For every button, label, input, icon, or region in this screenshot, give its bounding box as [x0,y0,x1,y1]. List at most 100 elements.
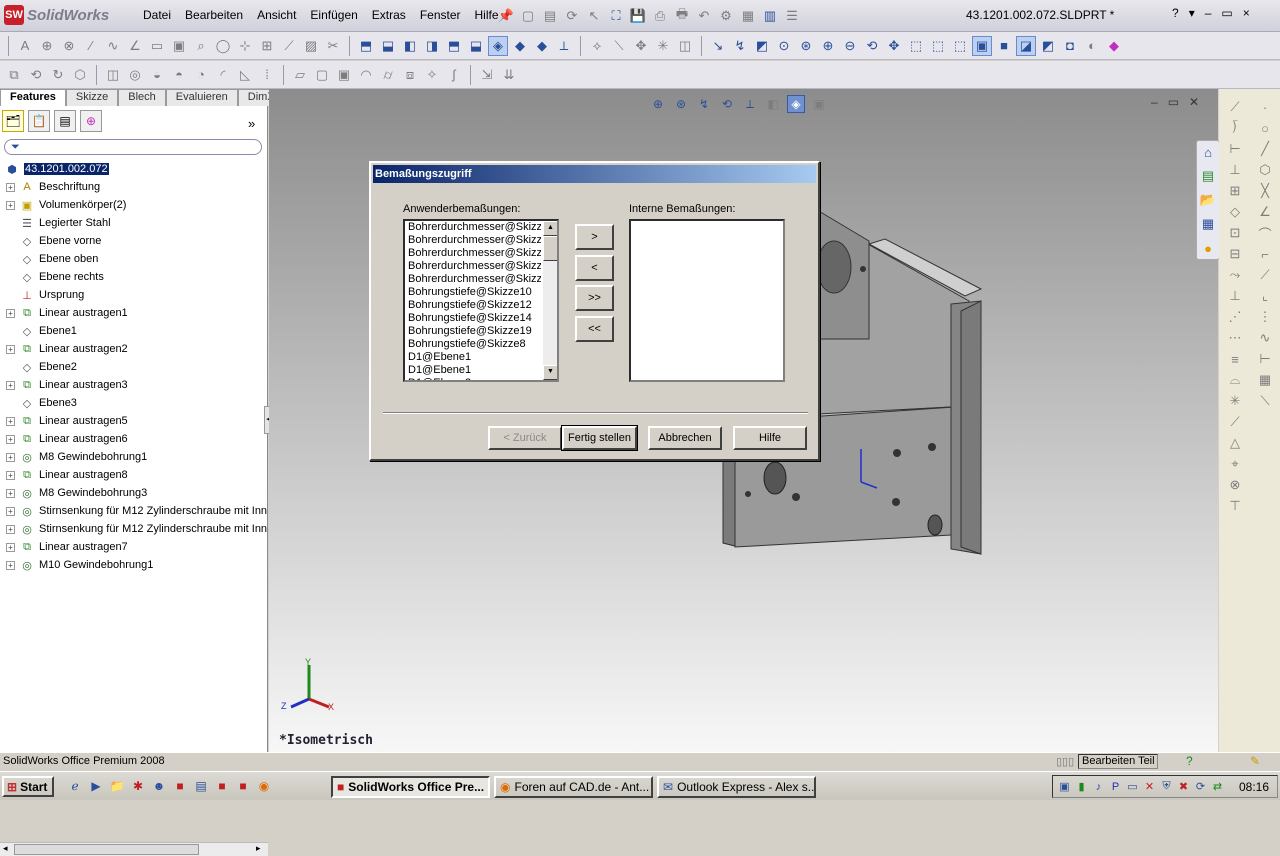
tray-monitor-icon[interactable]: ▭ [1125,779,1140,794]
restore-icon[interactable]: ▭ [1221,6,1232,20]
angle-icon[interactable]: ∠ [125,36,145,56]
print-preview-icon[interactable]: ⎙ [650,6,670,26]
centerline-icon[interactable]: ⋮ [1255,307,1275,327]
configuration-manager-tab-icon[interactable]: ▤ [54,110,76,132]
expand-icon[interactable]: + [6,200,15,210]
convert-icon[interactable]: ⌓ [1225,370,1245,390]
zoom-to-selection-icon[interactable]: ⊖ [840,36,860,56]
angular-dim-icon[interactable]: ⊟ [1225,244,1245,264]
section-view-icon[interactable]: ◩ [1038,36,1058,56]
expand-icon[interactable]: + [6,434,15,444]
sweep-icon[interactable]: ↻ [48,65,68,85]
line-tool-icon[interactable]: ╱ [1255,139,1275,159]
loft-icon[interactable]: ⬡ [70,65,90,85]
open-icon[interactable]: ▤ [540,6,560,26]
lofted-cut-icon[interactable]: ◔ [191,65,211,85]
fillet-icon[interactable]: ◜ [213,65,233,85]
shell-icon[interactable]: ▢ [312,65,332,85]
view-bottom-icon[interactable]: ⬓ [466,36,486,56]
list-item[interactable]: Bohrerdurchmesser@Skizze [405,260,541,273]
customize-icon[interactable]: ☰ [782,6,802,26]
arc-length-icon[interactable]: ⋯ [1225,328,1245,348]
rectangle-icon[interactable]: ▭ [147,36,167,56]
start-button[interactable]: ⊞ Start [2,776,54,797]
shadows-icon[interactable]: ◪ [1016,35,1036,56]
expand-icon[interactable]: + [6,524,15,534]
tree-item[interactable]: + ⧉ Linear austragen6 [0,430,268,448]
solidworks-quick-icon[interactable]: ■ [171,777,189,795]
tree-item[interactable]: + A Beschriftung [0,178,268,196]
network-icon[interactable]: ▣ [1057,779,1072,794]
tree-item[interactable]: ◇ Ebene3 [0,394,268,412]
tree-item[interactable]: + ⧉ Linear austragen2 [0,340,268,358]
home-icon[interactable]: ⌂ [1197,141,1219,163]
add-all-button[interactable]: >> [575,285,614,311]
tree-horizontal-scrollbar[interactable]: ◂ ▸ [0,842,268,856]
extrude-boss-icon[interactable]: ⧉ [4,65,24,85]
internet-explorer-icon[interactable]: ℯ [66,777,84,795]
shaded-edges-icon[interactable]: ▣ [972,35,992,56]
mirror-sketch-icon[interactable]: ⊢ [1255,349,1275,369]
mirror-feature-icon[interactable]: ⧈ [400,65,420,85]
view-trimetric-icon[interactable]: ◆ [510,36,530,56]
menu-file[interactable]: Datei [136,6,178,24]
cancel-button[interactable]: Abbrechen [648,426,722,450]
fillet-sketch-icon[interactable]: ⌐ [1255,244,1275,264]
tree-item[interactable]: ◇ Ebene1 [0,322,268,340]
reference-geometry-icon[interactable]: ✧ [422,65,442,85]
property-manager-tab-icon[interactable]: 📋 [28,110,50,132]
select-filter-icon[interactable]: ↘ [708,36,728,56]
list-item[interactable]: Bohrungstiefe@Skizze14 [405,312,541,325]
scroll-thumb[interactable] [14,844,199,855]
hidden-lines-visible-icon[interactable]: ⬚ [928,36,948,56]
list-item[interactable]: D1@Ebene2 [405,377,541,380]
panel-expand-icon[interactable]: » [248,116,255,131]
move-icon[interactable]: ✥ [631,36,651,56]
task-solidworks[interactable]: ■ SolidWorks Office Pre... [331,776,490,798]
curves-icon[interactable]: ʃ [444,65,464,85]
star-icon[interactable]: ✳ [653,36,673,56]
revolve-cut-icon[interactable]: ◒ [147,65,167,85]
list-item[interactable]: Bohrerdurchmesser@Skizze [405,221,541,234]
zoom-to-area-icon[interactable]: ⊛ [796,36,816,56]
mirror-icon[interactable]: ⟍ [609,36,629,56]
design-library-icon[interactable]: ▤ [1197,165,1219,187]
tree-item[interactable]: ⊥ Ursprung [0,286,268,304]
list-item[interactable]: Bohrerdurchmesser@Skizze [405,247,541,260]
sketch-tool-icon[interactable]: ⟋ [1225,97,1245,117]
hidden-lines-removed-icon[interactable]: ⬚ [950,36,970,56]
rapid-sketch-icon[interactable]: ⊗ [1225,475,1245,495]
baseline-dim-icon[interactable]: ◇ [1225,202,1245,222]
tree-item[interactable]: ◇ Ebene rechts [0,268,268,286]
help-icon[interactable]: ? [1172,6,1179,20]
circle-tool-icon[interactable]: ○ [1255,118,1275,138]
pan-icon[interactable]: ✥ [884,36,904,56]
menu-edit[interactable]: Bearbeiten [178,6,250,24]
tray-shield-icon[interactable]: ⛨ [1159,779,1174,794]
shaded-icon[interactable]: ■ [994,36,1014,56]
expand-icon[interactable]: + [6,344,15,354]
expand-icon[interactable]: + [6,452,15,462]
remove-all-button[interactable]: << [575,316,614,342]
expand-icon[interactable]: + [6,488,15,498]
menu-insert[interactable]: Einfügen [303,6,364,24]
minimize-icon[interactable]: – [1205,6,1212,20]
document-icon[interactable]: ▤ [192,777,210,795]
zoom-to-fit-icon[interactable]: ⊙ [774,36,794,56]
list-item[interactable]: Bohrungstiefe@Skizze8 [405,338,541,351]
relation-icon[interactable]: ⟡ [587,36,607,56]
help-button[interactable]: Hilfe [733,426,807,450]
tab-sheet-metal[interactable]: Blech [118,89,166,106]
select-icon[interactable]: ↖ [584,6,604,26]
hatch-icon[interactable]: ▨ [301,36,321,56]
tree-item[interactable]: ◇ Ebene2 [0,358,268,376]
hatch-tool-icon[interactable]: ▦ [1255,370,1275,390]
linear-pattern-icon[interactable]: ⁞ [257,65,277,85]
search-icon[interactable]: ⌕ [191,36,211,56]
point-tool-icon[interactable]: · [1255,97,1275,117]
rotate-icon[interactable]: ⟲ [862,36,882,56]
expand-icon[interactable]: + [6,560,15,570]
view-panes-icon[interactable]: ▥ [760,6,780,26]
finish-button[interactable]: Fertig stellen [561,425,638,451]
tree-item[interactable]: + ◎ M10 Gewindebohrung1 [0,556,268,574]
